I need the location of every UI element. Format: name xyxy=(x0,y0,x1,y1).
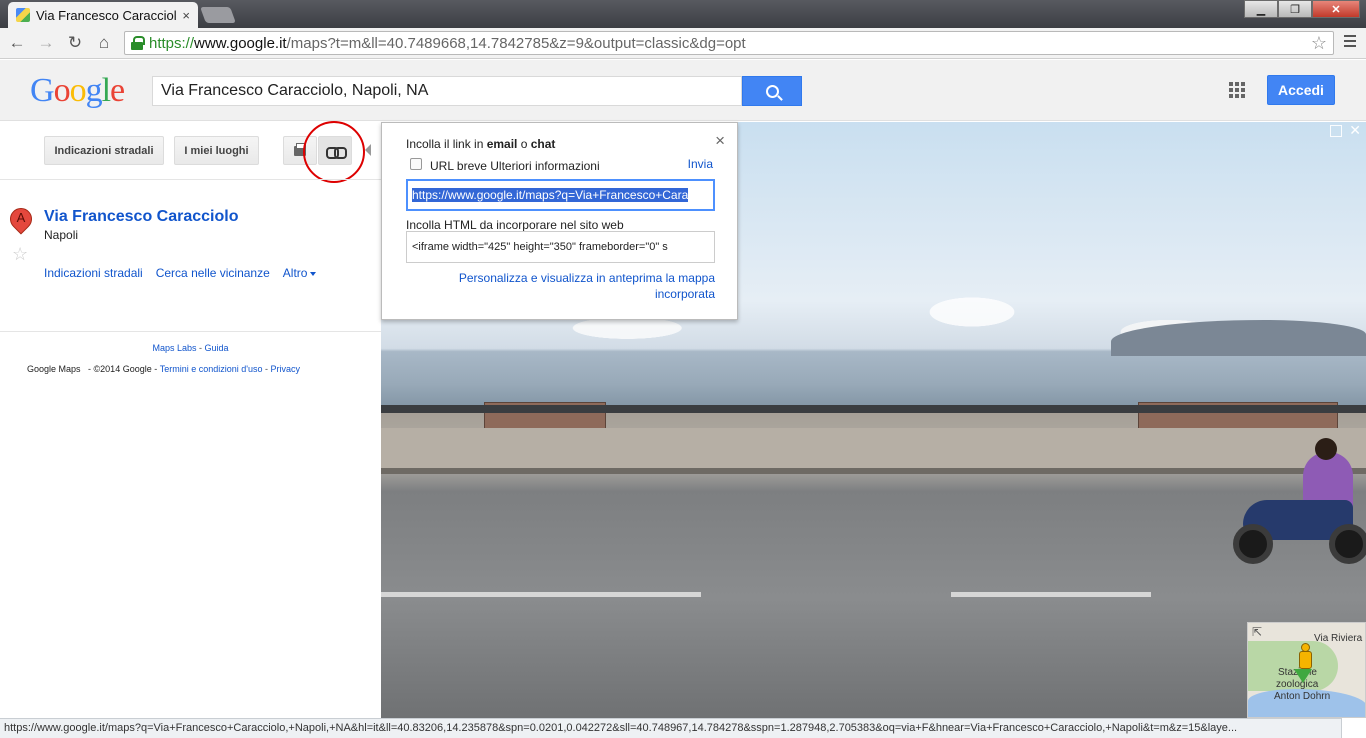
home-button[interactable]: ⌂ xyxy=(93,32,115,54)
railing xyxy=(381,405,1366,413)
logo-letter: e xyxy=(110,72,125,109)
google-logo[interactable]: Google xyxy=(30,72,125,110)
help-link[interactable]: Guida xyxy=(205,343,229,353)
maps-favicon-icon xyxy=(16,8,30,22)
curb xyxy=(381,468,1366,474)
logo-letter: o xyxy=(53,72,71,109)
separator: - xyxy=(196,343,205,353)
embed-label: Incolla HTML da incorporare nel sito web xyxy=(406,218,624,232)
scooter-rider xyxy=(1233,438,1366,564)
search-nearby-link[interactable]: Cerca nelle vicinanze xyxy=(156,266,270,280)
search-icon xyxy=(765,84,779,98)
browser-titlebar: Via Francesco Caracciolo, × ▁ ❐ ✕ xyxy=(0,0,1366,28)
separator: - xyxy=(262,364,271,374)
directions-link[interactable]: Indicazioni stradali xyxy=(44,266,143,280)
divider xyxy=(0,179,381,180)
copyright-text: - ©2014 Google - xyxy=(88,364,158,374)
new-tab-button[interactable] xyxy=(200,7,236,23)
minimap-label: Anton Dohrn xyxy=(1274,691,1331,702)
pegman-icon[interactable] xyxy=(1298,643,1312,673)
marker-letter: A xyxy=(16,210,26,225)
footer-links: Maps Labs - Guida xyxy=(0,343,381,353)
more-link[interactable]: Altro xyxy=(283,266,317,280)
directions-button[interactable]: Indicazioni stradali xyxy=(44,136,164,165)
signin-button[interactable]: Accedi xyxy=(1267,75,1335,105)
more-info-link[interactable]: Ulteriori informazioni xyxy=(490,159,599,173)
tab-title: Via Francesco Caracciolo, xyxy=(36,7,177,23)
minimize-button[interactable]: ▁ xyxy=(1244,0,1278,18)
privacy-link[interactable]: Privacy xyxy=(271,364,301,374)
customize-embed-link[interactable]: Personalizza e visualizza in anteprima l… xyxy=(406,270,715,302)
address-bar[interactable]: https://www.google.it/maps?t=m&ll=40.748… xyxy=(124,31,1334,55)
footer-legal: Google Maps - ©2014 Google - Termini e c… xyxy=(27,364,300,374)
search-input[interactable]: Via Francesco Caracciolo, Napoli, NA xyxy=(152,76,742,106)
share-popup-title: Incolla il link in email o chat xyxy=(406,137,556,151)
logo-letter: G xyxy=(30,72,55,109)
map-marker-icon[interactable]: A xyxy=(5,203,37,242)
search-button[interactable] xyxy=(742,76,802,106)
window-controls: ▁ ❐ ✕ xyxy=(1244,0,1360,18)
google-maps-label: Google Maps xyxy=(27,364,81,374)
short-url-checkbox[interactable] xyxy=(410,158,422,170)
browser-tab[interactable]: Via Francesco Caracciolo, × xyxy=(8,2,198,28)
share-link-popup: Incolla il link in email o chat × URL br… xyxy=(381,122,738,320)
back-button[interactable]: ← xyxy=(6,32,28,54)
forward-button[interactable]: → xyxy=(35,32,57,54)
logo-letter: g xyxy=(85,72,103,109)
close-icon[interactable]: ✕ xyxy=(1349,122,1361,139)
send-link[interactable]: Invia xyxy=(688,157,713,171)
minimap-road-label: Via Riviera xyxy=(1314,633,1363,644)
maps-labs-link[interactable]: Maps Labs xyxy=(152,343,196,353)
sidewalk xyxy=(381,428,1366,470)
street-view-minimap[interactable]: ⇱ Via Riviera Stazione zoologica Anton D… xyxy=(1247,622,1366,718)
tab-close-icon[interactable]: × xyxy=(182,8,190,23)
bookmark-star-icon[interactable]: ☆ xyxy=(1311,33,1327,54)
lane-marking xyxy=(951,592,1151,597)
logo-letter: l xyxy=(101,72,112,109)
apps-grid-icon[interactable] xyxy=(1229,82,1245,98)
divider xyxy=(0,331,381,332)
browser-menu-icon[interactable] xyxy=(1344,35,1356,50)
maximize-button[interactable]: ❐ xyxy=(1278,0,1312,18)
browser-toolbar: ← → ↻ ⌂ https://www.google.it/maps?t=m&l… xyxy=(0,28,1366,59)
chevron-down-icon xyxy=(310,271,317,276)
more-label: Altro xyxy=(282,266,308,280)
my-places-button[interactable]: I miei luoghi xyxy=(174,136,259,165)
lane-marking xyxy=(381,592,701,597)
google-header: Google Via Francesco Caracciolo, Napoli,… xyxy=(0,60,1366,121)
terms-link[interactable]: Termini e condizioni d'uso xyxy=(160,364,263,374)
url-text: https://www.google.it/maps?t=m&ll=40.748… xyxy=(149,34,746,52)
close-icon[interactable]: × xyxy=(715,131,725,151)
minimap-expand-icon[interactable]: ⇱ xyxy=(1252,625,1262,639)
collapse-panel-icon[interactable] xyxy=(365,144,371,156)
expand-icon[interactable] xyxy=(1330,125,1342,137)
place-city: Napoli xyxy=(44,228,79,242)
lock-icon xyxy=(131,36,145,50)
share-url-field[interactable]: https://www.google.it/maps?q=Via+Frances… xyxy=(406,179,715,211)
short-url-label: URL breve Ulteriori informazioni xyxy=(430,159,600,173)
share-url-value: https://www.google.it/maps?q=Via+Frances… xyxy=(412,188,689,202)
window-close-button[interactable]: ✕ xyxy=(1312,0,1360,18)
place-title[interactable]: Via Francesco Caracciolo xyxy=(44,208,238,226)
embed-html-field[interactable]: <iframe width="425" height="350" framebo… xyxy=(406,231,715,263)
left-panel: Indicazioni stradali I miei luoghi A ☆ V… xyxy=(0,121,381,718)
logo-letter: o xyxy=(69,72,87,109)
highlight-annotation xyxy=(303,121,365,183)
reload-button[interactable]: ↻ xyxy=(64,32,86,54)
place-actions: Indicazioni stradali Cerca nelle vicinan… xyxy=(44,266,317,280)
save-star-icon[interactable]: ☆ xyxy=(12,244,28,265)
status-bar: https://www.google.it/maps?q=Via+Frances… xyxy=(0,718,1342,738)
